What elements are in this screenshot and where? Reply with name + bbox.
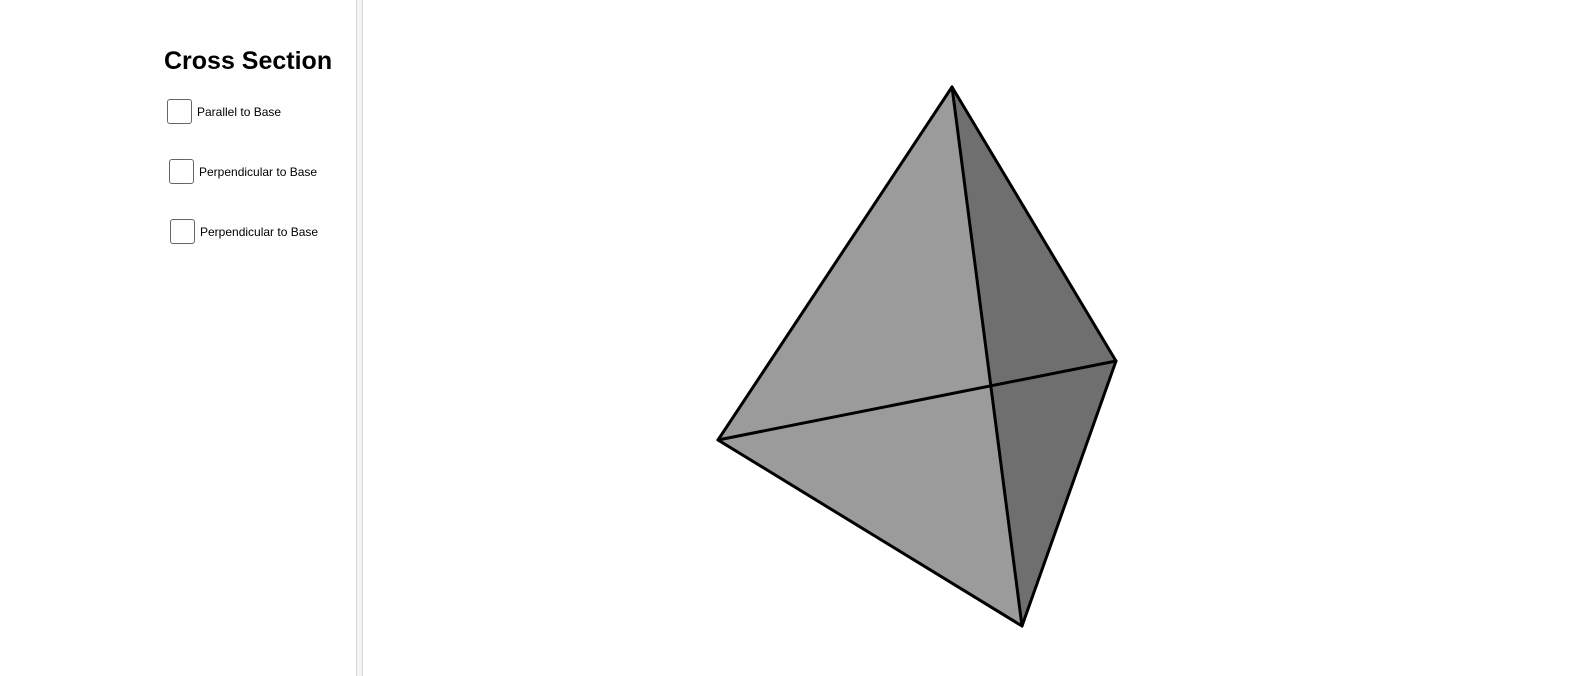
3d-graphics-view[interactable] (363, 0, 1570, 676)
geometry-app: Cross Section Parallel to Base Perpendic… (0, 0, 1570, 676)
tetrahedron-drawing[interactable] (363, 0, 1570, 676)
parallel-to-base-option[interactable]: Parallel to Base (167, 99, 281, 124)
perpendicular-to-base-label-1: Perpendicular to Base (199, 164, 318, 179)
panel-divider[interactable] (356, 0, 363, 676)
panel-title: Cross Section (164, 47, 333, 75)
perpendicular-to-base-checkbox-2[interactable] (170, 219, 195, 244)
parallel-to-base-checkbox[interactable] (167, 99, 192, 124)
perpendicular-to-base-option-1[interactable]: Perpendicular to Base (169, 159, 317, 184)
perpendicular-to-base-option-2[interactable]: Perpendicular to Base (170, 219, 318, 244)
perpendicular-to-base-checkbox-1[interactable] (169, 159, 194, 184)
parallel-to-base-label: Parallel to Base (197, 104, 282, 119)
sidebar-panel: Cross Section Parallel to Base Perpendic… (0, 0, 356, 676)
perpendicular-to-base-label-2: Perpendicular to Base (200, 224, 319, 239)
